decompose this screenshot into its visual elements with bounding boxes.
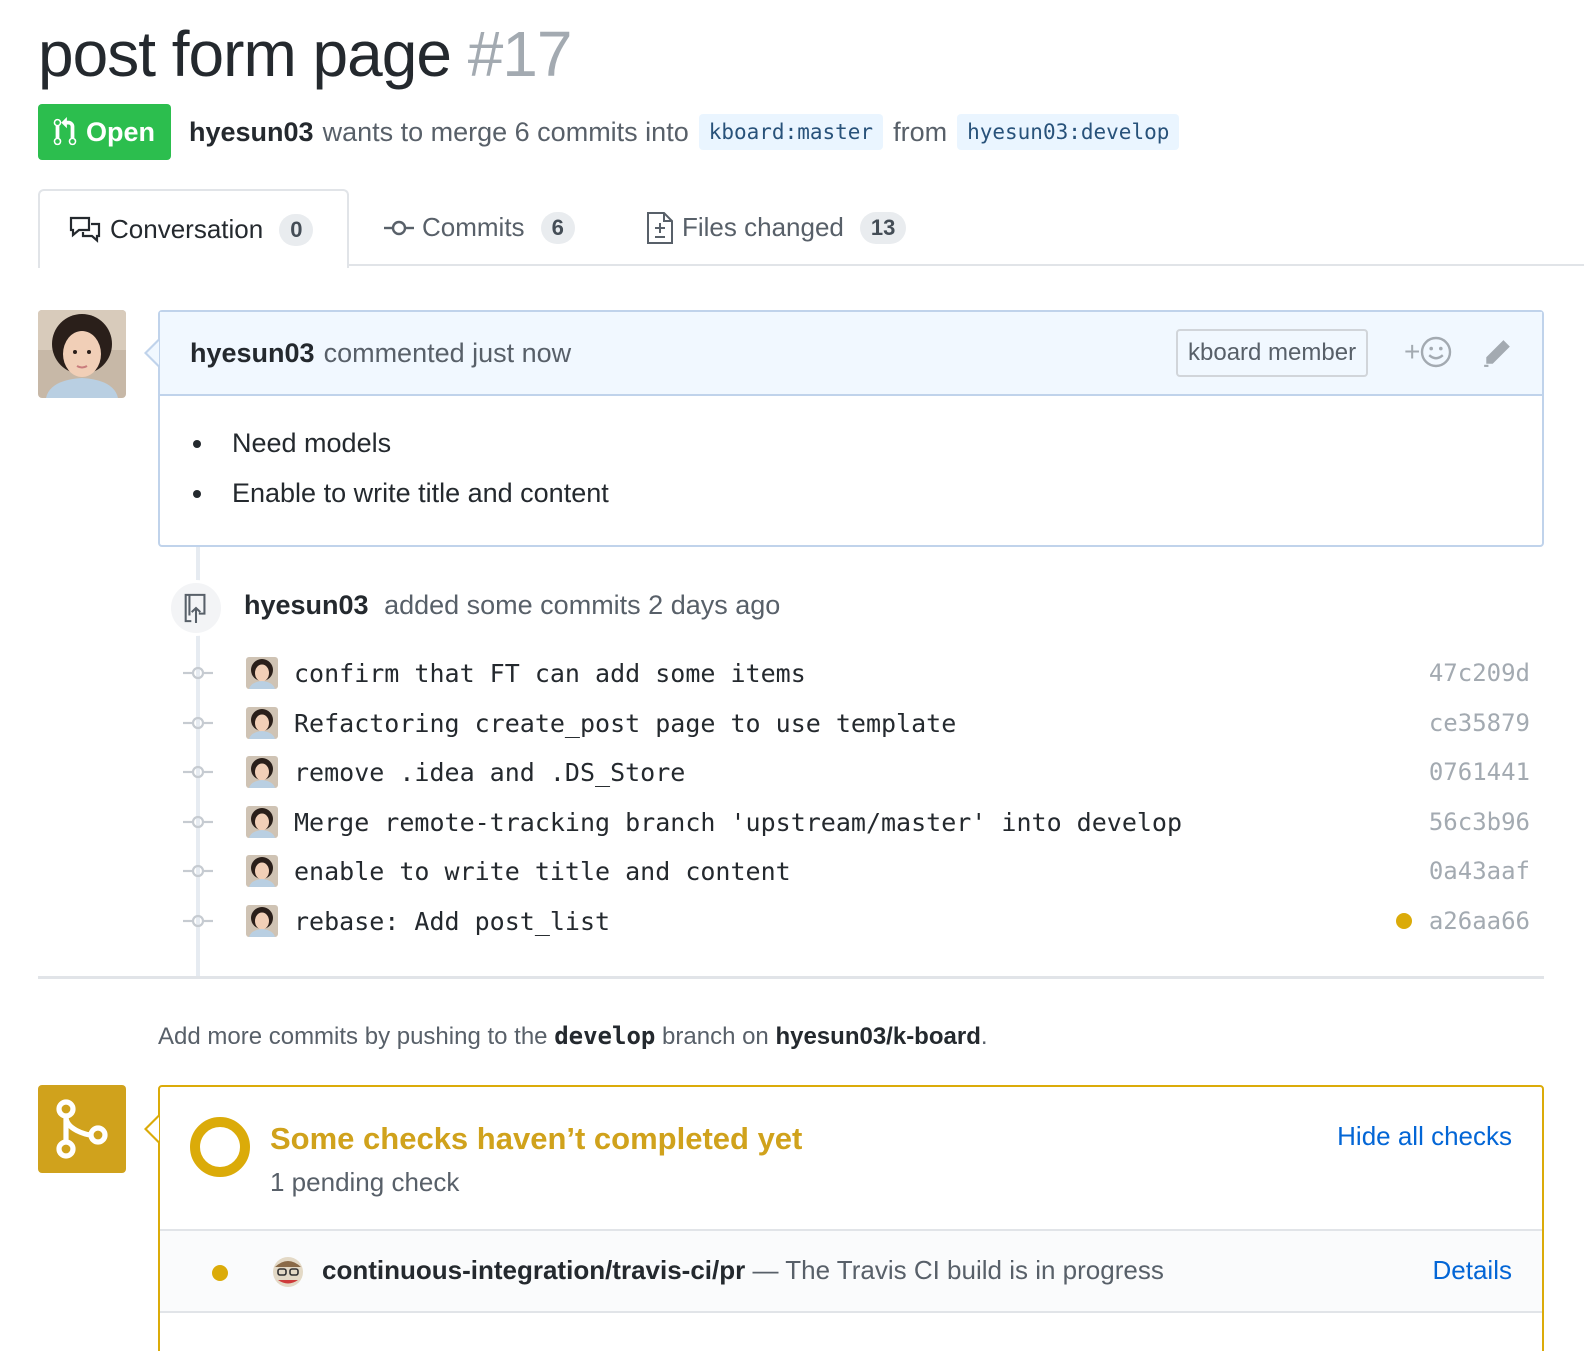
commit-row: Refactoring create_post page to use temp… [180,703,1530,743]
tab-conversation-label: Conversation [110,214,264,244]
author-avatar[interactable] [38,310,126,398]
pr-description-comment: hyesun03 commented just now kboard membe… [144,310,1544,547]
comment-bullet: Enable to write title and content [216,468,1542,518]
check-context: continuous-integration/travis-ci/pr [322,1255,746,1285]
check-pending-dot [212,1265,228,1281]
comment-header: hyesun03 commented just now kboard membe… [160,312,1542,396]
git-commit-icon [384,218,414,238]
tab-files-count: 13 [859,211,907,244]
hide-all-checks-link[interactable]: Hide all checks [1337,1121,1512,1152]
comment-discussion-icon [68,216,102,244]
hint-suffix: . [980,1023,988,1050]
merge-checks-box: Some checks haven’t completed yet 1 pend… [144,1085,1544,1351]
merge-text: wants to merge 6 commits into [322,116,689,147]
push-hint: Add more commits by pushing to the devel… [158,1022,988,1051]
edit-comment-button[interactable] [1482,338,1512,375]
tab-conversation-count: 0 [279,213,314,246]
git-commit-icon [180,914,216,928]
comment-body: Need models Enable to write title and co… [160,396,1542,518]
commit-author-avatar[interactable] [246,657,278,689]
checks-title: Some checks haven’t completed yet [270,1121,803,1156]
pending-status-icon [190,1117,250,1177]
commit-message-link[interactable]: confirm that FT can add some items [294,659,806,688]
tab-commits[interactable]: Commits 6 [384,189,575,266]
git-commit-icon [180,815,216,829]
commit-sha-link[interactable]: 56c3b96 [1429,808,1530,836]
checks-subtitle: 1 pending check [270,1167,460,1197]
push-event-text: added some commits 2 days ago [384,590,781,620]
repo-push-badge [168,580,224,636]
base-branch-ref[interactable]: kboard:master [698,114,884,150]
commit-author-avatar[interactable] [246,905,278,937]
hint-branch: develop [554,1022,656,1050]
pr-author-link[interactable]: hyesun03 [189,117,314,148]
commit-sha-link[interactable]: 0a43aaf [1429,857,1530,885]
pr-merge-summary: hyesun03 wants to merge 6 commits into k… [189,114,1189,150]
member-role-label: kboard member [1176,329,1369,377]
git-commit-icon [180,666,216,680]
merge-status-badge [38,1085,126,1173]
diff-icon [646,211,674,245]
commit-author-avatar[interactable] [246,806,278,838]
commit-message-link[interactable]: enable to write title and content [294,857,791,886]
add-reaction-button[interactable]: + [1404,336,1452,368]
repo-push-icon [184,593,206,623]
head-branch-ref[interactable]: hyesun03:develop [957,114,1180,150]
commit-message-link[interactable]: rebase: Add post_list [294,907,610,936]
travis-ci-icon [273,1257,303,1287]
commit-sha-link[interactable]: 0761441 [1429,758,1530,786]
pr-tabs: Conversation 0 Commits 6 Files changed 1… [38,189,1584,268]
push-author-link[interactable]: hyesun03 [244,590,369,620]
reaction-plus: + [1404,336,1421,367]
commit-row: rebase: Add post_list a26aa66 [180,901,1530,941]
check-details-link[interactable]: Details [1433,1255,1512,1286]
check-description: — The Travis CI build is in progress [752,1255,1164,1285]
commit-message-link[interactable]: Refactoring create_post page to use temp… [294,709,956,738]
tab-commits-count: 6 [540,211,575,244]
commit-message-link[interactable]: Merge remote-tracking branch 'upstream/m… [294,808,1182,837]
commit-sha-link[interactable]: ce35879 [1429,709,1530,737]
commit-row: confirm that FT can add some items 47c209… [180,653,1530,693]
merge-from-text: from [893,116,948,147]
commit-row: Merge remote-tracking branch 'upstream/m… [180,802,1530,842]
commit-row: enable to write title and content 0a43aaf [180,851,1530,891]
git-commit-icon [180,864,216,878]
commit-author-avatar[interactable] [246,756,278,788]
timeline-divider [38,976,1544,979]
tab-files-label: Files changed [682,212,844,242]
hint-repo: hyesun03/k-board [775,1023,981,1050]
pr-title: post form page #17 [38,14,573,94]
git-commit-icon [180,716,216,730]
comment-author-link[interactable]: hyesun03 [190,338,315,369]
git-commit-icon [180,765,216,779]
commit-message-link[interactable]: remove .idea and .DS_Store [294,758,685,787]
commit-author-avatar[interactable] [246,855,278,887]
commit-sha-link[interactable]: a26aa66 [1429,907,1530,935]
tab-commits-label: Commits [422,212,525,242]
commit-author-avatar[interactable] [246,707,278,739]
comment-meta[interactable]: commented just now [324,338,572,369]
commit-row: remove .idea and .DS_Store 0761441 [180,752,1530,792]
git-merge-icon [56,1099,108,1159]
pr-state-row: Open hyesun03 wants to merge 6 commits i… [38,104,1189,160]
commit-sha-link[interactable]: 47c209d [1429,659,1530,687]
comment-bullet: Need models [216,418,1542,468]
smiley-icon [1421,336,1452,368]
open-state-badge: Open [38,104,172,160]
tab-files-changed[interactable]: Files changed 13 [646,189,907,266]
git-pull-request-icon [53,117,77,146]
hint-prefix: Add more commits by pushing to the [158,1023,548,1050]
check-item: continuous-integration/travis-ci/pr — Th… [160,1229,1542,1313]
hint-middle: branch on [662,1023,769,1050]
check-name: continuous-integration/travis-ci/pr — Th… [322,1255,1164,1286]
tab-conversation[interactable]: Conversation 0 [38,189,349,268]
pencil-icon [1484,340,1510,367]
push-event-title: hyesun03 added some commits 2 days ago [244,590,780,621]
pr-number: #17 [467,18,573,90]
commit-status-pending-dot[interactable] [1396,913,1412,929]
state-label: Open [86,116,156,147]
pr-title-text: post form page [38,18,452,90]
